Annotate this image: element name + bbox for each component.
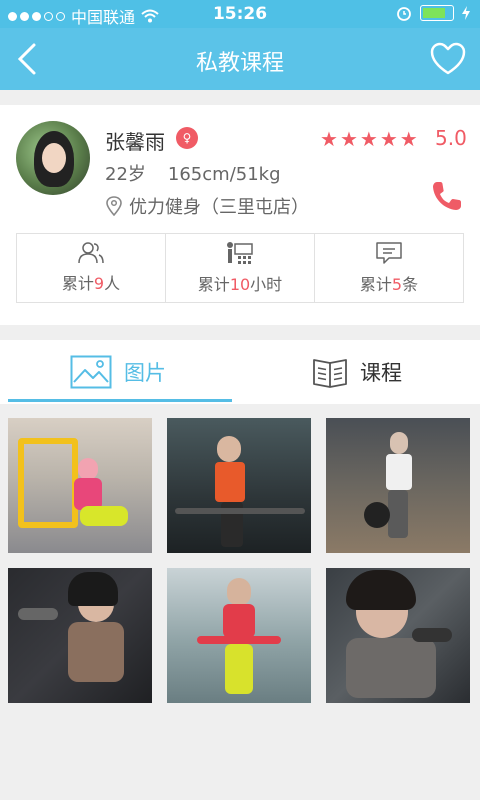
charging-icon: [462, 6, 470, 20]
people-icon: [78, 242, 104, 264]
trainer-profile-card: 张馨雨 ♀ ★ ★ ★ ★ ★ 5.0 22岁 165cm/51kg 优力健身（三…: [0, 105, 480, 325]
gallery-photo[interactable]: [326, 418, 470, 553]
book-icon: [313, 359, 347, 388]
trainer-height-weight: 165cm/51kg: [167, 164, 281, 185]
comment-icon: [376, 242, 402, 264]
gallery-photo[interactable]: [326, 568, 470, 703]
stat-students[interactable]: 累计9人: [17, 234, 166, 302]
status-bar: 中国联通 15:26: [0, 0, 480, 28]
stat-comments[interactable]: 累计5条: [315, 234, 463, 302]
trainer-name: 张馨雨: [105, 130, 165, 154]
star-icon: ★: [320, 127, 338, 151]
page-title: 私教课程: [195, 51, 284, 76]
phone-call-icon[interactable]: [430, 179, 464, 213]
star-icon: ★: [399, 127, 418, 151]
rating-value: 5.0: [435, 126, 467, 150]
gallery-photo[interactable]: [167, 568, 311, 703]
nav-bar: 私教课程: [0, 28, 480, 90]
trainer-meta: 22岁 165cm/51kg: [105, 160, 281, 186]
stat-label: 累计5条: [359, 275, 419, 294]
image-icon: [70, 355, 112, 389]
alarm-icon: [397, 7, 411, 21]
stat-label: 累计10小时: [197, 275, 283, 294]
tab-photos-label: 图片: [124, 361, 166, 385]
tab-courses[interactable]: 课程: [312, 340, 402, 404]
content-tabs: 图片 课程: [0, 340, 480, 404]
trainer-location[interactable]: 优力健身（三里屯店）: [105, 193, 309, 219]
trainer-board-icon: [227, 242, 253, 264]
location-label: 优力健身（三里屯店）: [129, 197, 309, 218]
gallery-photo[interactable]: [8, 568, 152, 703]
location-pin-icon: [106, 196, 122, 216]
trainer-age: 22岁: [105, 164, 146, 185]
stats-row: 累计9人 累计10小时 累计5条: [16, 233, 464, 303]
tab-photos[interactable]: 图片: [70, 340, 166, 404]
star-icon: ★: [379, 127, 398, 151]
status-right: [396, 5, 470, 21]
avatar: [16, 121, 90, 195]
favorite-heart-icon[interactable]: [430, 42, 466, 76]
star-icon: ★: [339, 127, 358, 151]
female-badge-icon: ♀: [176, 127, 198, 149]
stat-hours[interactable]: 累计10小时: [166, 234, 315, 302]
battery-icon: [420, 5, 454, 21]
rating-stars: ★ ★ ★ ★ ★: [320, 127, 418, 151]
gallery-photo[interactable]: [8, 418, 152, 553]
tab-courses-label: 课程: [360, 361, 402, 385]
star-icon: ★: [359, 127, 378, 151]
stat-label: 累计9人: [61, 274, 121, 293]
active-tab-indicator: [8, 399, 232, 402]
gallery-photo[interactable]: [167, 418, 311, 553]
